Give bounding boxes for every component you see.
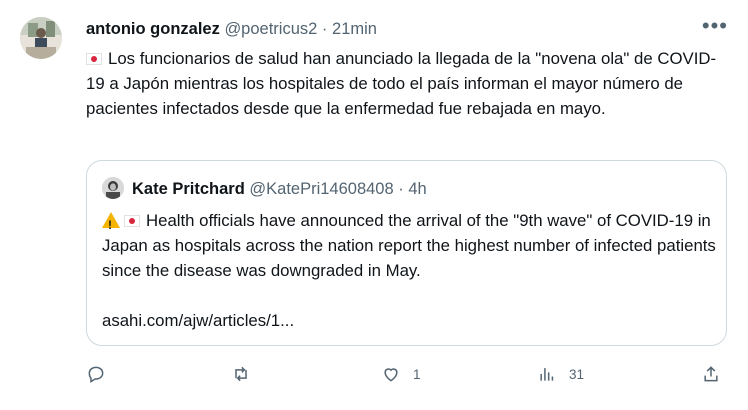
header-separator: ·: [321, 20, 328, 38]
share-button[interactable]: [701, 360, 721, 388]
quoted-author-name[interactable]: Kate Pritchard: [132, 180, 245, 198]
share-icon: [704, 366, 718, 382]
japan-flag-icon: [86, 53, 102, 65]
like-button[interactable]: 1: [381, 360, 421, 388]
like-count: 1: [413, 366, 421, 382]
retweet-icon: [235, 366, 247, 382]
quoted-author-handle[interactable]: @KatePri14608408: [249, 180, 393, 198]
tweet-text-container: Los funcionarios de salud han anunciado …: [86, 46, 726, 121]
retweet-button[interactable]: [231, 360, 263, 388]
quoted-text: Health officials have announced the arri…: [102, 211, 716, 280]
quoted-text-container: Health officials have announced the arri…: [102, 208, 717, 283]
views-count: 31: [569, 366, 585, 382]
tweet[interactable]: antonio gonzalez @poetricus2 · 21min •••…: [0, 0, 748, 410]
views-icon: [540, 368, 554, 381]
action-bar: 1 31: [86, 360, 726, 388]
quoted-tweet[interactable]: Kate Pritchard @KatePri14608408 · 4h Hea…: [86, 160, 727, 346]
quoted-avatar-image: [102, 177, 124, 199]
views-button[interactable]: 31: [537, 360, 584, 388]
tweet-time[interactable]: 21min: [332, 20, 377, 38]
avatar-image: [20, 17, 62, 59]
tweet-text: Los funcionarios de salud han anunciado …: [86, 49, 717, 118]
tweet-header: antonio gonzalez @poetricus2 · 21min: [86, 18, 377, 40]
reply-button[interactable]: [86, 360, 118, 388]
quoted-separator: ·: [398, 180, 404, 198]
reply-icon: [88, 366, 104, 383]
quoted-time[interactable]: 4h: [408, 180, 426, 198]
more-horizontal-icon[interactable]: •••: [702, 15, 728, 37]
heart-icon: [384, 368, 398, 382]
quoted-link[interactable]: asahi.com/ajw/articles/1...: [102, 308, 294, 333]
author-avatar[interactable]: [20, 17, 62, 59]
warning-icon: [102, 212, 120, 238]
quoted-author-avatar[interactable]: [102, 177, 124, 199]
japan-flag-icon: [124, 215, 140, 227]
author-handle[interactable]: @poetricus2: [224, 20, 317, 38]
author-name[interactable]: antonio gonzalez: [86, 20, 220, 38]
quoted-header: Kate Pritchard @KatePri14608408 · 4h: [132, 178, 427, 200]
